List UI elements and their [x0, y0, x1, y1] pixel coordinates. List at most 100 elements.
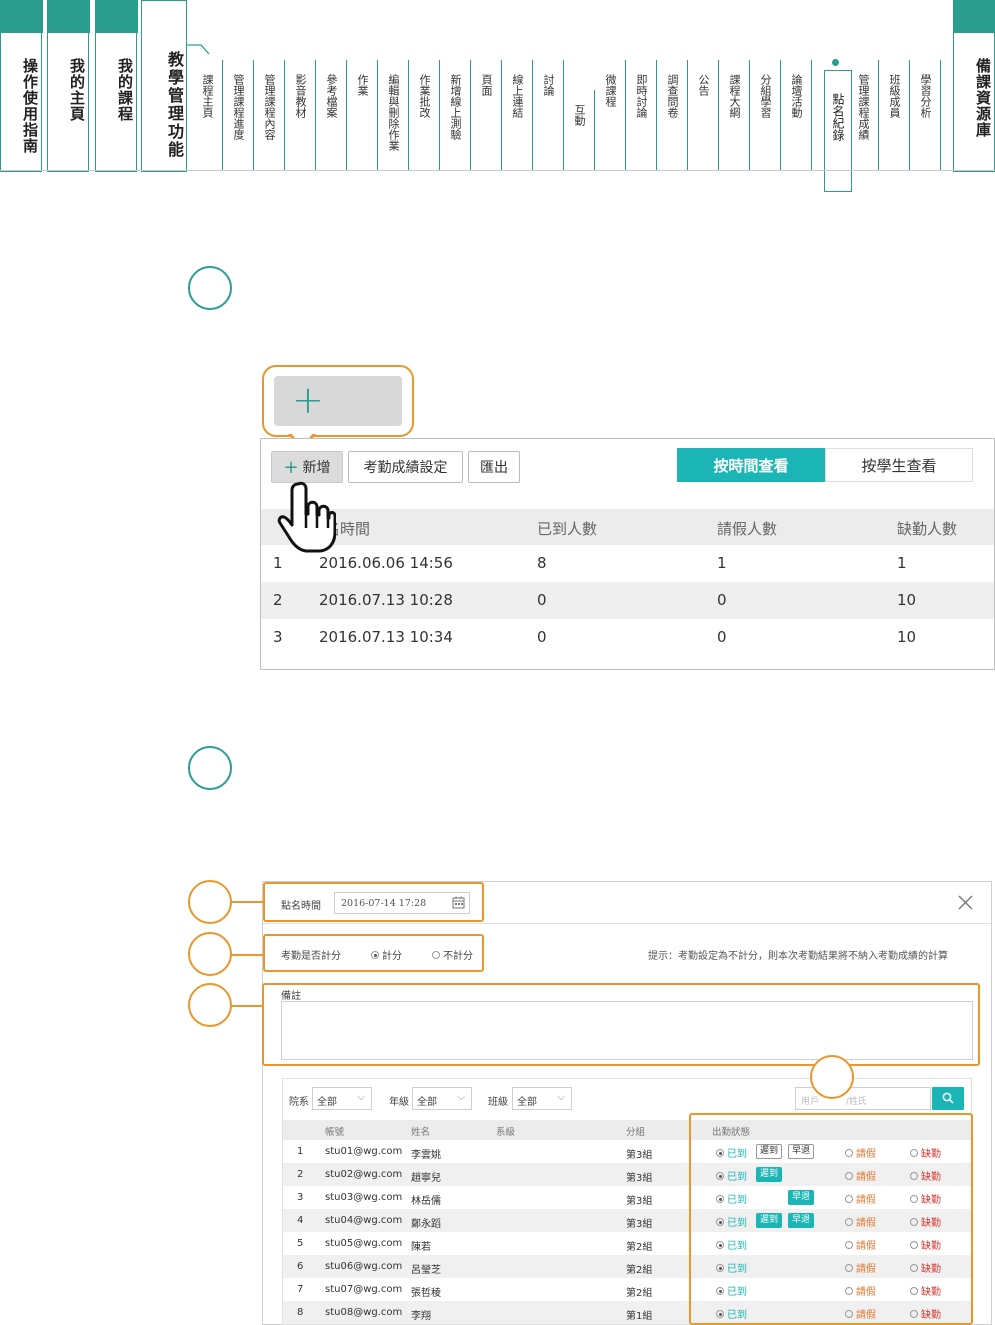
- export-button[interactable]: 匯出: [468, 451, 520, 483]
- view-by-student-tab[interactable]: 按學生查看: [825, 448, 973, 482]
- sub-tab-item[interactable]: 分組學習: [759, 60, 781, 170]
- active-indicator-dot: [832, 59, 839, 66]
- nav-baseline: [0, 170, 995, 171]
- main-tab-label: 教學管理功能: [165, 51, 184, 159]
- chevron-down-icon: ⌵: [357, 1092, 365, 1103]
- student-group: 第2組: [626, 1288, 653, 1299]
- sub-tab-item[interactable]: 即時討論: [635, 60, 657, 170]
- sub-tab-item[interactable]: 學習分析: [919, 60, 941, 170]
- search-placeholder-a: 用戶: [801, 1097, 820, 1107]
- column-header: 已到人數: [537, 520, 598, 538]
- sub-tab-item[interactable]: 管理課程進度: [232, 60, 254, 170]
- sub-tab-label: 管理課程成績: [857, 74, 870, 140]
- sub-tab-label: 調查問卷: [666, 74, 679, 118]
- sub-tab-item[interactable]: 調查問卷: [666, 60, 688, 170]
- student-group: 第3組: [626, 1150, 653, 1161]
- student-account: stu03@wg.com: [325, 1192, 403, 1203]
- student-name: 張哲稜: [411, 1288, 441, 1299]
- main-tab-guide[interactable]: 操作使用指南: [0, 0, 43, 172]
- sub-tab-item[interactable]: 點名紀錄: [824, 70, 852, 192]
- sub-tab-item[interactable]: 管理課程內容: [263, 60, 285, 170]
- sub-tab-label: 頁面: [480, 74, 493, 96]
- sub-tab-item[interactable]: 作業批改: [418, 60, 440, 170]
- sub-tab-item[interactable]: 影音教材: [294, 60, 316, 170]
- close-icon[interactable]: [958, 895, 973, 910]
- view-by-time-tab[interactable]: 按時間查看: [677, 448, 825, 482]
- grade-settings-button[interactable]: 考勤成績設定: [348, 451, 463, 483]
- table-row[interactable]: 2 2016.07.13 10:28 0 0 10: [261, 582, 994, 619]
- table-row[interactable]: 1 2016.06.06 14:56 8 1 1: [261, 545, 994, 582]
- sub-tab-item[interactable]: 編輯與刪除作業: [387, 60, 409, 170]
- callout-roll-time: [263, 882, 484, 922]
- class-filter-label: 班級: [488, 1097, 508, 1108]
- row-number: 6: [297, 1261, 304, 1272]
- sub-tab-item[interactable]: 課程大綱: [728, 60, 750, 170]
- sub-tab-item[interactable]: 班級成員: [888, 60, 910, 170]
- sub-tab-item[interactable]: 線上連結: [511, 60, 533, 170]
- column-header: 姓名: [411, 1127, 431, 1138]
- grade-select[interactable]: 全部 ⌵: [412, 1087, 472, 1110]
- sub-tab-label: 管理課程內容: [263, 74, 276, 140]
- pointer-hand-icon: [277, 481, 336, 553]
- main-tab-label: 備課資源庫: [974, 58, 992, 138]
- student-group: 第2組: [626, 1265, 653, 1276]
- student-account: stu04@wg.com: [325, 1215, 403, 1226]
- main-tab-cap: [0, 0, 43, 33]
- sub-tab-item[interactable]: 論壇活動: [790, 60, 812, 170]
- callout-count-toggle: [263, 934, 484, 972]
- student-name: 陳若: [411, 1242, 431, 1253]
- student-name: 趙寧兒: [411, 1173, 441, 1184]
- student-name: 林岳儒: [411, 1196, 441, 1207]
- sub-tab-item[interactable]: 討論: [542, 60, 564, 170]
- sub-tab-label: 課程主頁: [201, 74, 214, 118]
- sub-tab-item[interactable]: 微課程: [604, 60, 626, 170]
- sub-tab-item[interactable]: 新增線上測驗: [449, 60, 471, 170]
- sub-tab-item[interactable]: 管理課程成績: [857, 60, 879, 170]
- main-tab-home[interactable]: 我的主頁: [46, 0, 90, 172]
- dept-filter-label: 院系: [289, 1097, 309, 1108]
- sub-tab-label: 作業批改: [418, 74, 431, 118]
- main-tab-teaching-management[interactable]: 教學管理功能: [141, 0, 187, 172]
- sub-step-circle-d: [810, 1055, 854, 1099]
- column-header: 缺勤人數: [897, 520, 958, 538]
- table-cell: 0: [537, 591, 547, 609]
- sub-step-circle-b: [188, 932, 232, 976]
- callout-remark: [262, 983, 980, 1066]
- zoomed-add-button: +: [274, 376, 402, 426]
- sub-tab-item[interactable]: 課程主頁: [201, 60, 223, 170]
- sub-tab-item[interactable]: 公告: [697, 60, 719, 170]
- sub-tab-item[interactable]: 參考檔案: [325, 60, 347, 170]
- main-tab-resources[interactable]: 備課資源庫: [952, 0, 995, 172]
- dept-select[interactable]: 全部 ⌵: [312, 1087, 372, 1110]
- sub-tab-label: 公告: [697, 74, 710, 96]
- chevron-down-icon: ⌵: [557, 1092, 565, 1103]
- plus-icon: +: [283, 456, 299, 478]
- table-cell: 10: [897, 591, 917, 609]
- table-cell: 2: [273, 591, 283, 609]
- add-attendance-button[interactable]: + 新增: [271, 451, 343, 483]
- plus-icon: +: [292, 378, 324, 422]
- add-button-zoom-callout: +: [262, 365, 414, 437]
- leader-line: [230, 901, 263, 903]
- row-number: 5: [297, 1238, 304, 1249]
- step-circle-2: [188, 746, 232, 790]
- class-select-value: 全部: [517, 1097, 537, 1108]
- main-tab-cap: [94, 0, 138, 33]
- search-button[interactable]: [932, 1087, 964, 1110]
- step-circle-1: [188, 266, 232, 310]
- table-cell: 0: [717, 628, 727, 646]
- sub-tab-label: 影音教材: [294, 74, 307, 118]
- class-select[interactable]: 全部 ⌵: [512, 1087, 572, 1110]
- sub-tab-item[interactable]: 頁面: [480, 60, 502, 170]
- main-tab-my-courses[interactable]: 我的課程: [94, 0, 138, 172]
- view-by-time-label: 按時間查看: [713, 456, 789, 475]
- student-group: 第2組: [626, 1242, 653, 1253]
- sub-tab-item[interactable]: 作業: [356, 60, 378, 170]
- sub-tab-label: 編輯與刪除作業: [387, 74, 400, 151]
- table-row[interactable]: 3 2016.07.13 10:34 0 0 10: [261, 619, 994, 656]
- dept-select-value: 全部: [317, 1097, 337, 1108]
- main-tab-label: 我的課程: [116, 58, 134, 122]
- table-cell: 8: [537, 554, 547, 572]
- chevron-down-icon: ⌵: [457, 1092, 465, 1103]
- sub-tab-item[interactable]: 互動: [573, 90, 595, 170]
